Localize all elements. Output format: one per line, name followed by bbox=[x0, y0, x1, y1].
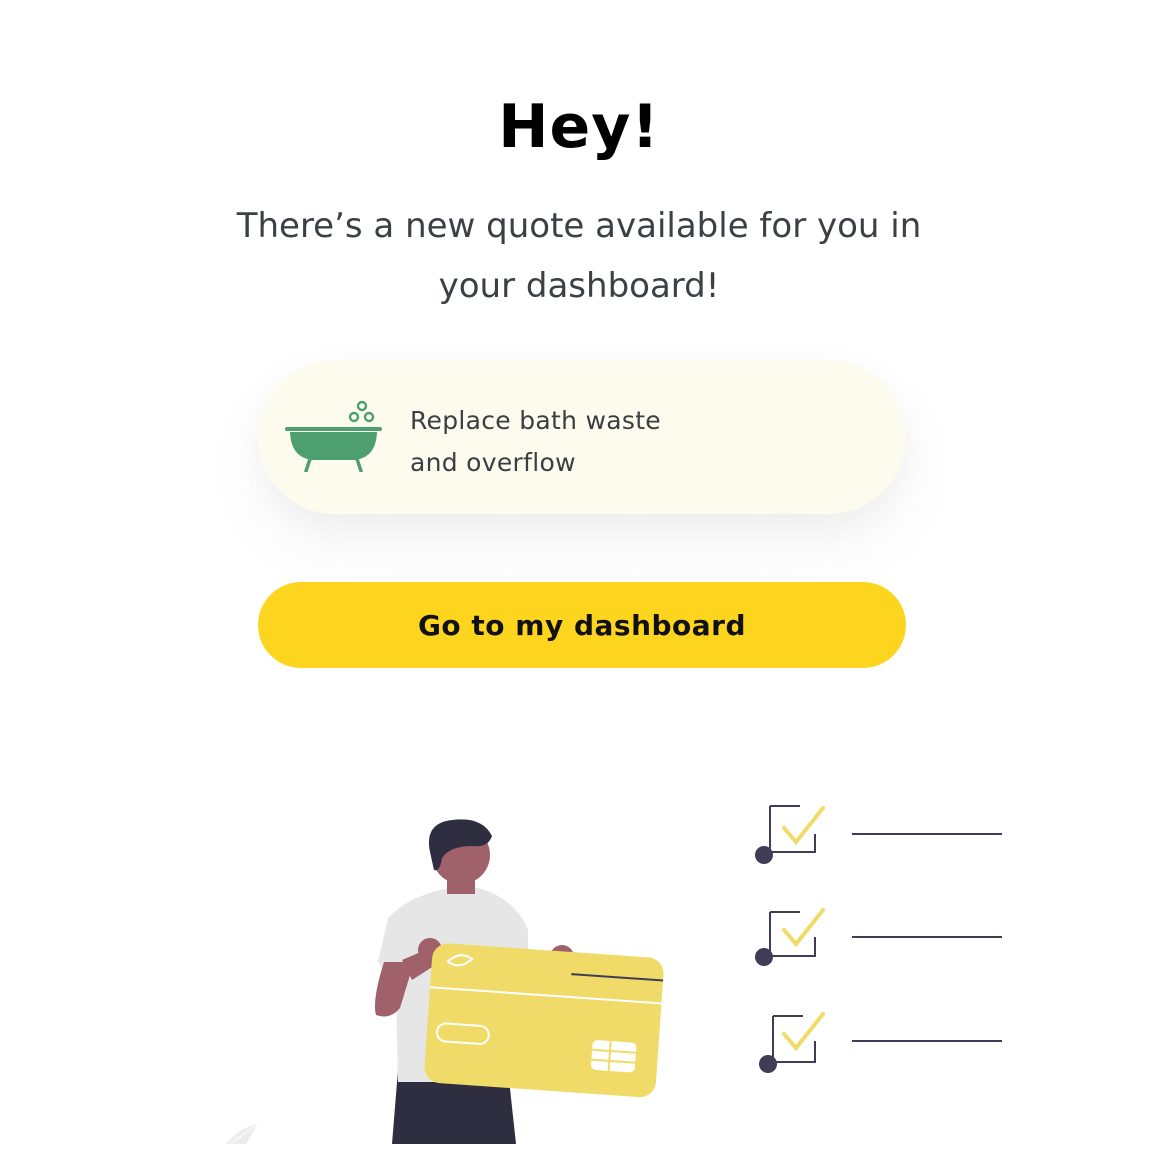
checklist-item-2 bbox=[755, 908, 1002, 966]
quote-label: Replace bath waste and overflow bbox=[410, 400, 710, 484]
bathtub-icon bbox=[285, 400, 382, 472]
checklist-item-1 bbox=[755, 805, 1002, 864]
greeting-title: Hey! bbox=[498, 92, 660, 162]
email-page: Hey! There’s a new quote available for y… bbox=[0, 0, 1158, 1150]
checklist bbox=[755, 805, 1002, 1073]
go-to-dashboard-button[interactable]: Go to my dashboard bbox=[258, 582, 906, 668]
quote-card: Replace bath waste and overflow bbox=[258, 360, 906, 514]
quote-label-line2: and overflow bbox=[410, 448, 576, 477]
greeting-message: There’s a new quote available for you in… bbox=[236, 206, 922, 306]
leaf-shape bbox=[226, 1124, 257, 1144]
credit-card-shape bbox=[424, 943, 664, 1098]
quote-label-line1: Replace bath waste bbox=[410, 406, 661, 435]
payment-checklist-illustration bbox=[226, 805, 1002, 1145]
checklist-item-3 bbox=[759, 1012, 1002, 1073]
